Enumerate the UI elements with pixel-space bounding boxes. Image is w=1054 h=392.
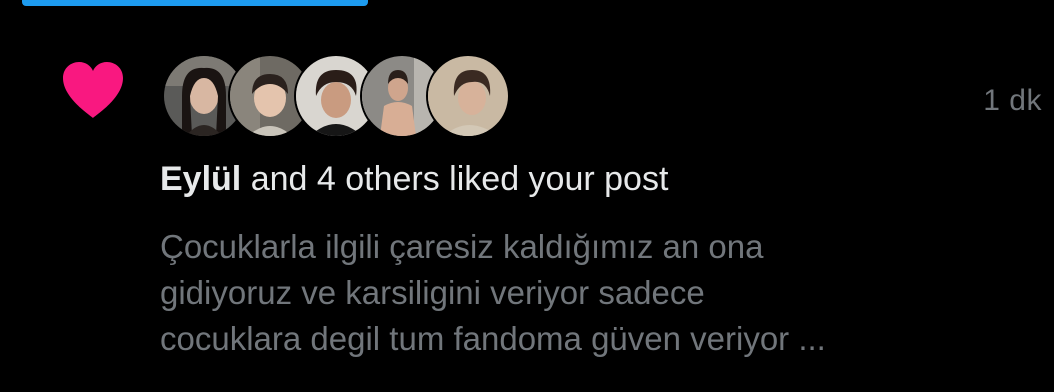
notification-headline[interactable]: Eylül and 4 others liked your post <box>160 160 668 199</box>
timestamp: 1 dk <box>983 84 1042 117</box>
notifications-page: 1 dk Eylül and 4 others liked your post … <box>0 0 1054 392</box>
liker-name[interactable]: Eylül <box>160 160 241 198</box>
like-notification[interactable]: 1 dk Eylül and 4 others liked your post … <box>0 0 1054 392</box>
post-preview[interactable]: Çocuklarla ilgili çaresiz kaldığımız an … <box>160 224 1040 362</box>
heart-icon <box>63 62 123 118</box>
liker-avatars <box>162 54 510 138</box>
avatar[interactable] <box>426 54 510 138</box>
post-preview-line: cocuklara degil tum fandoma güven veriyo… <box>160 320 826 357</box>
action-text: and 4 others liked your post <box>250 160 669 198</box>
post-preview-line: gidiyoruz ve karsiligini veriyor sadece <box>160 274 705 311</box>
post-preview-line: Çocuklarla ilgili çaresiz kaldığımız an … <box>160 228 764 265</box>
